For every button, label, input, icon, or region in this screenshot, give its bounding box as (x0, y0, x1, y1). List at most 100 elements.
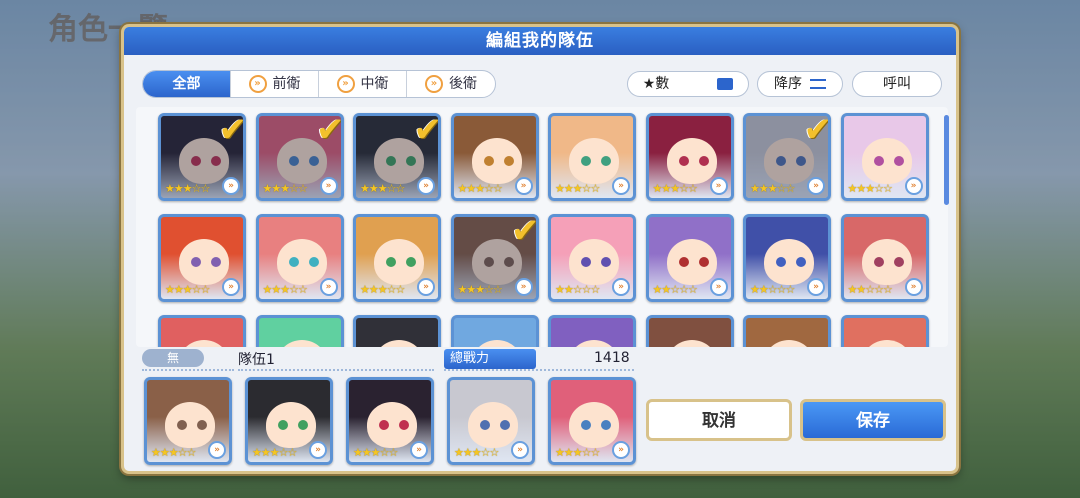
character-card[interactable]: ★★☆☆☆» (645, 214, 734, 302)
character-card[interactable]: ★★★☆☆ » ✔ (450, 214, 539, 302)
character-portrait (374, 340, 424, 347)
portrait-eye (386, 156, 396, 166)
character-card[interactable]: ★★☆☆☆» (548, 214, 636, 302)
save-button[interactable]: 保存 (800, 399, 946, 441)
star-rating: ★★★☆☆ (262, 283, 308, 296)
character-portrait (861, 138, 912, 184)
tab-back[interactable]: » 後衛 (407, 71, 495, 97)
portrait-eye (503, 156, 514, 166)
character-card[interactable]: ★★☆☆☆» (158, 315, 246, 347)
divider (444, 369, 634, 371)
character-card[interactable]: ★★★☆☆ » ✔ (743, 113, 831, 201)
portrait-eye (893, 156, 904, 166)
star-rating: ★★★☆☆ (750, 182, 795, 195)
character-card[interactable]: ★★★☆☆ » (255, 214, 344, 302)
portrait-eye (581, 420, 591, 430)
character-portrait (569, 340, 619, 347)
portrait-eye (278, 420, 288, 430)
character-card[interactable]: ★★☆☆☆» (840, 315, 929, 347)
rank-badge-icon: » (410, 441, 428, 459)
tab-label: 中衛 (360, 76, 389, 92)
character-card[interactable]: ★★★☆☆ » (645, 113, 734, 201)
character-card[interactable]: ★★★☆☆ » (353, 214, 441, 302)
tab-label: 前衛 (272, 76, 301, 92)
character-portrait (165, 402, 215, 448)
team-slot-card[interactable]: ★★★☆☆ » (245, 377, 333, 465)
character-card[interactable]: ★★★☆☆ » (548, 113, 636, 201)
chevron-rank-icon: » (248, 75, 267, 93)
tab-middle[interactable]: » 中衛 (319, 71, 407, 97)
rank-badge-icon: » (417, 177, 435, 195)
portrait-eye (601, 420, 611, 430)
character-card[interactable]: ★★☆☆☆» (450, 315, 539, 347)
character-portrait (179, 340, 229, 347)
portrait-eye (678, 156, 689, 166)
rank-badge-icon: » (612, 441, 630, 459)
character-card[interactable]: ★★☆☆☆» (840, 214, 929, 302)
portrait-eye (406, 156, 416, 166)
portrait-eye (308, 257, 319, 267)
portrait-eye (776, 156, 786, 166)
character-card[interactable]: ★★☆☆☆» (255, 315, 344, 347)
team-tag: 無 (142, 349, 204, 367)
star-rating: ★★★☆☆ (555, 182, 600, 195)
portrait-eye (191, 257, 201, 267)
portrait-eye (500, 420, 510, 430)
team-slot-card[interactable]: ★★★☆☆ » (447, 377, 535, 465)
team-slot-card[interactable]: ★★★☆☆ » (346, 377, 434, 465)
character-card[interactable]: ★★★☆☆ » ✔ (353, 113, 441, 201)
star-rating: ★★★☆☆ (847, 182, 893, 195)
rank-badge-icon: » (514, 278, 533, 296)
star-rating: ★★★☆☆ (360, 283, 405, 296)
sort-field-label: ★數 (642, 76, 670, 92)
character-portrait (569, 402, 619, 448)
character-card[interactable]: ★★☆☆☆» (743, 315, 831, 347)
star-rating: ★★★☆☆ (151, 446, 196, 459)
character-portrait (666, 239, 717, 285)
tab-front[interactable]: » 前衛 (231, 71, 319, 97)
checkmark-icon: ✔ (316, 113, 344, 150)
character-portrait (471, 340, 522, 347)
chevron-rank-icon: » (425, 75, 443, 93)
sort-lines-icon (810, 79, 826, 89)
checkmark-icon: ✔ (511, 214, 539, 251)
portrait-eye (796, 156, 806, 166)
cancel-button[interactable]: 取消 (646, 399, 792, 441)
character-card[interactable]: ★★★☆☆ » (450, 113, 539, 201)
star-rating: ★★★☆☆ (555, 446, 600, 459)
character-card[interactable]: ★★☆☆☆» (353, 315, 441, 347)
portrait-eye (893, 257, 904, 267)
tab-label: 全部 (172, 76, 201, 92)
call-button[interactable]: 呼叫 (852, 71, 942, 97)
tab-label: 後衛 (449, 76, 477, 92)
rank-badge-icon: » (208, 441, 226, 459)
portrait-eye (678, 257, 689, 267)
divider (142, 369, 234, 371)
rank-badge-icon: » (222, 278, 240, 296)
character-card[interactable]: ★★★☆☆ » (840, 113, 929, 201)
team-name: 隊伍1 (238, 352, 275, 368)
character-card[interactable]: ★★☆☆☆» (548, 315, 636, 347)
rank-badge-icon: » (319, 278, 338, 296)
rank-badge-icon: » (807, 177, 825, 195)
character-card[interactable]: ★★★☆☆ » (158, 214, 246, 302)
tab-all[interactable]: 全部 (143, 71, 231, 97)
character-portrait (569, 239, 619, 285)
roster-scrollbar[interactable] (944, 115, 949, 205)
star-rating: ★★★☆☆ (457, 283, 503, 296)
portrait-eye (873, 257, 884, 267)
portrait-eye (379, 420, 389, 430)
portrait-eye (601, 257, 611, 267)
character-card[interactable]: ★★★☆☆ » ✔ (255, 113, 344, 201)
sort-order-button[interactable]: 降序 (757, 71, 843, 97)
sort-field-button[interactable]: ★數 (627, 71, 749, 97)
team-slot-card[interactable]: ★★★☆☆ » (144, 377, 232, 465)
character-card[interactable]: ★★★☆☆ » ✔ (158, 113, 246, 201)
character-roster-grid[interactable]: ★★★☆☆» ✔ ★★★☆☆» ✔ ★★★☆☆» ✔ ★★★☆☆» ★★★☆☆» ★★★☆☆» ★… (136, 107, 948, 347)
portrait-eye (211, 257, 221, 267)
character-card[interactable]: ★★☆☆☆» (743, 214, 831, 302)
team-slot-card[interactable]: ★★★☆☆ » (548, 377, 636, 465)
rank-badge-icon: » (807, 278, 825, 296)
character-card[interactable]: ★★☆☆☆» (645, 315, 734, 347)
star-rating: ★★★☆☆ (454, 446, 499, 459)
